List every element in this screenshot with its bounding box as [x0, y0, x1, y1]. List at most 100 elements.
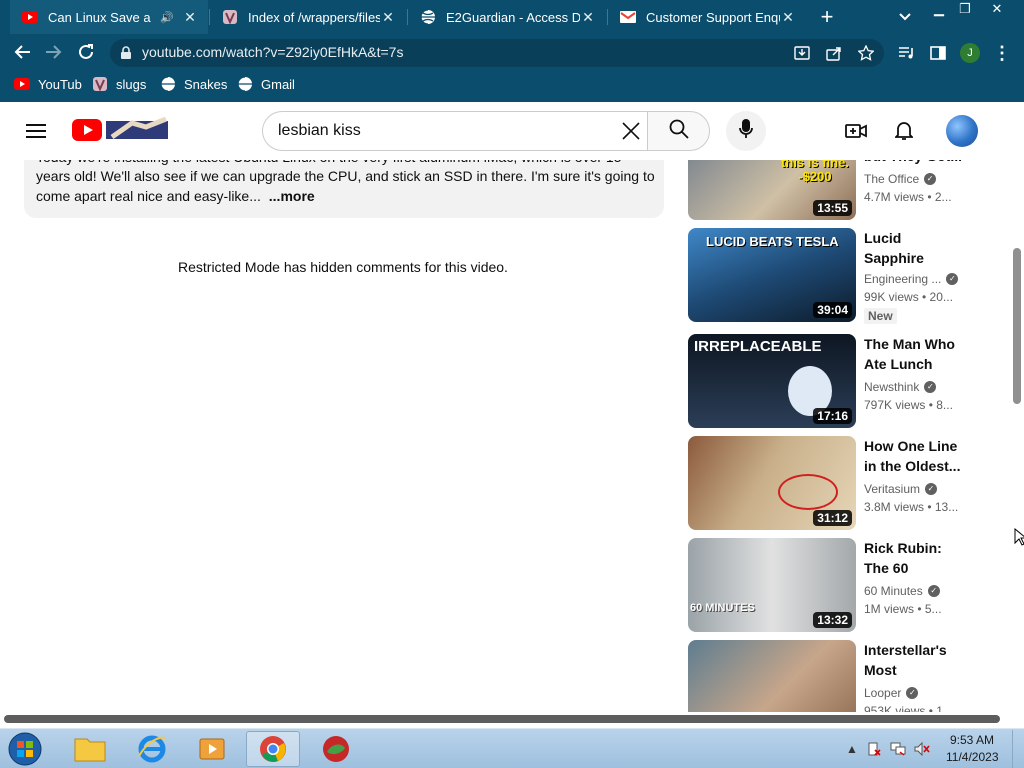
bookmark-gmail[interactable]: Gmail: [237, 76, 295, 92]
verified-icon: ✓: [924, 381, 937, 393]
description-line-3: come apart real nice and easy-like... ..…: [36, 188, 315, 204]
create-video-icon[interactable]: [842, 117, 870, 145]
related-video[interactable]: LUCID BEATS TESLA 39:04 Lucid Sapphire S…: [688, 228, 988, 324]
related-video[interactable]: IRREPLACEABLE 17:16 The Man Who Ate Lunc…: [688, 334, 988, 430]
bookmark-slugs[interactable]: slugs: [92, 76, 146, 92]
video-duration: 13:55: [813, 200, 852, 216]
vertical-scrollbar[interactable]: [1013, 248, 1021, 404]
tab-title: Index of /wrappers/files: [248, 9, 380, 25]
verified-icon: ✓: [946, 273, 959, 285]
volume-muted-icon[interactable]: [914, 741, 930, 757]
forward-arrow-icon[interactable]: [40, 38, 68, 66]
back-arrow-icon[interactable]: [8, 38, 36, 66]
close-tab-icon[interactable]: ✕: [780, 9, 796, 26]
tab-e2guardian[interactable]: E2Guardian - Access Deni ✕: [408, 0, 606, 34]
channel-name[interactable]: The Office ✓: [864, 172, 974, 186]
youtube-icon: [14, 76, 30, 92]
microphone-icon: [739, 118, 753, 144]
clear-search-icon[interactable]: [617, 117, 645, 145]
video-meta: 953K views • 1...: [864, 704, 953, 712]
bookmark-youtube[interactable]: YouTub: [14, 76, 82, 92]
file-explorer-icon[interactable]: [62, 731, 118, 767]
wrapper-icon: [92, 76, 108, 92]
related-video[interactable]: Interstellar's Most Confusi... Looper✓ 9…: [688, 640, 988, 712]
channel-name[interactable]: Newsthink ✓: [864, 380, 974, 394]
globe-icon: [160, 76, 176, 92]
video-title[interactable]: How One Line in the Oldest...: [864, 436, 964, 476]
media-player-icon[interactable]: [184, 731, 240, 767]
reload-icon[interactable]: [72, 38, 100, 66]
menu-kebab-icon[interactable]: ⋮: [988, 39, 1016, 67]
channel-name[interactable]: Looper ✓: [864, 686, 974, 700]
internet-explorer-icon[interactable]: [124, 731, 180, 767]
network-icon[interactable]: [890, 741, 906, 757]
tab-gmail[interactable]: Customer Support Enquir ✕: [608, 0, 806, 34]
video-thumbnail[interactable]: [688, 640, 856, 712]
video-thumbnail[interactable]: IRREPLACEABLE 17:16: [688, 334, 856, 428]
clock-time[interactable]: 9:53 AM: [950, 733, 994, 747]
clock-date[interactable]: 11/4/2023: [946, 750, 999, 764]
video-title[interactable]: Interstellar's Most Confusi...: [864, 640, 964, 680]
video-meta: 1M views • 5...: [864, 602, 942, 616]
related-video[interactable]: 60 MINUTES 13:32 Rick Rubin: The 60 Minu…: [688, 538, 988, 634]
chrome-taskbar-icon[interactable]: [246, 731, 300, 767]
share-icon[interactable]: [820, 39, 848, 67]
show-more-link[interactable]: ...more: [269, 188, 315, 204]
close-tab-icon[interactable]: ✕: [380, 9, 396, 26]
video-meta: 797K views • 8...: [864, 398, 953, 412]
start-button[interactable]: [0, 731, 50, 767]
video-duration: 13:32: [813, 612, 852, 628]
channel-name[interactable]: 60 Minutes ✓: [864, 584, 974, 598]
channel-name[interactable]: Engineering ... ✓: [864, 272, 974, 286]
action-center-icon[interactable]: [866, 741, 882, 757]
new-badge: New: [864, 308, 897, 324]
tab-title: Customer Support Enquir: [646, 9, 780, 25]
video-meta: 99K views • 20...: [864, 290, 953, 304]
close-tab-icon[interactable]: ✕: [182, 9, 198, 26]
mouse-cursor-icon: [1014, 527, 1024, 551]
game-app-icon[interactable]: [308, 731, 364, 767]
comments-restricted-notice: Restricted Mode has hidden comments for …: [178, 259, 508, 275]
youtube-icon: [22, 9, 38, 25]
video-thumbnail[interactable]: 60 MINUTES 13:32: [688, 538, 856, 632]
video-title[interactable]: Lucid Sapphire Smashes Tesl...: [864, 228, 964, 268]
show-hidden-icons[interactable]: ▲: [844, 741, 860, 757]
tab-wrappers-index[interactable]: Index of /wrappers/files ✕: [210, 0, 406, 34]
notifications-bell-icon[interactable]: [890, 117, 918, 145]
bookmark-snakes[interactable]: Snakes: [160, 76, 227, 92]
hamburger-menu-icon[interactable]: [22, 117, 50, 145]
account-avatar[interactable]: [946, 115, 978, 147]
show-desktop-button[interactable]: [1012, 730, 1024, 768]
horizontal-scrollbar[interactable]: [4, 715, 1000, 723]
thumbnail-text: 60 MINUTES: [690, 602, 755, 614]
verified-icon: ✓: [925, 483, 938, 495]
media-controls-icon[interactable]: [892, 39, 920, 67]
bookmark-star-icon[interactable]: [852, 39, 880, 67]
new-tab-button[interactable]: +: [813, 3, 841, 31]
tab-youtube-video[interactable]: Can Linux Save a 16 🔊 ✕: [10, 0, 208, 34]
video-thumbnail[interactable]: LUCID BEATS TESLA 39:04: [688, 228, 856, 322]
globe-icon: [420, 9, 436, 25]
youtube-logo[interactable]: [72, 116, 170, 143]
close-window-icon[interactable]: ✕: [982, 0, 1012, 18]
speaker-icon[interactable]: 🔊: [160, 11, 174, 24]
video-title[interactable]: Rick Rubin: The 60 Minutes...: [864, 538, 964, 578]
verified-icon: ✓: [927, 585, 940, 597]
related-video[interactable]: 31:12 How One Line in the Oldest... Veri…: [688, 436, 988, 532]
profile-avatar[interactable]: J: [956, 39, 984, 67]
search-query: lesbian kiss: [278, 122, 361, 139]
install-app-icon[interactable]: [788, 39, 816, 67]
voice-search-button[interactable]: [726, 111, 766, 151]
close-tab-icon[interactable]: ✕: [580, 9, 596, 26]
video-thumbnail[interactable]: 31:12: [688, 436, 856, 530]
video-duration: 17:16: [813, 408, 852, 424]
verified-icon: ✓: [906, 687, 919, 699]
video-meta: 4.7M views • 2...: [864, 190, 952, 204]
lock-icon[interactable]: [112, 39, 140, 67]
tab-search-icon[interactable]: [891, 3, 919, 31]
channel-name[interactable]: Veritasium ✓: [864, 482, 974, 496]
side-panel-icon[interactable]: [924, 39, 952, 67]
video-title[interactable]: The Man Who Ate Lunch wit...: [864, 334, 964, 374]
search-button[interactable]: [647, 111, 710, 151]
restore-icon[interactable]: ❐: [950, 0, 980, 18]
